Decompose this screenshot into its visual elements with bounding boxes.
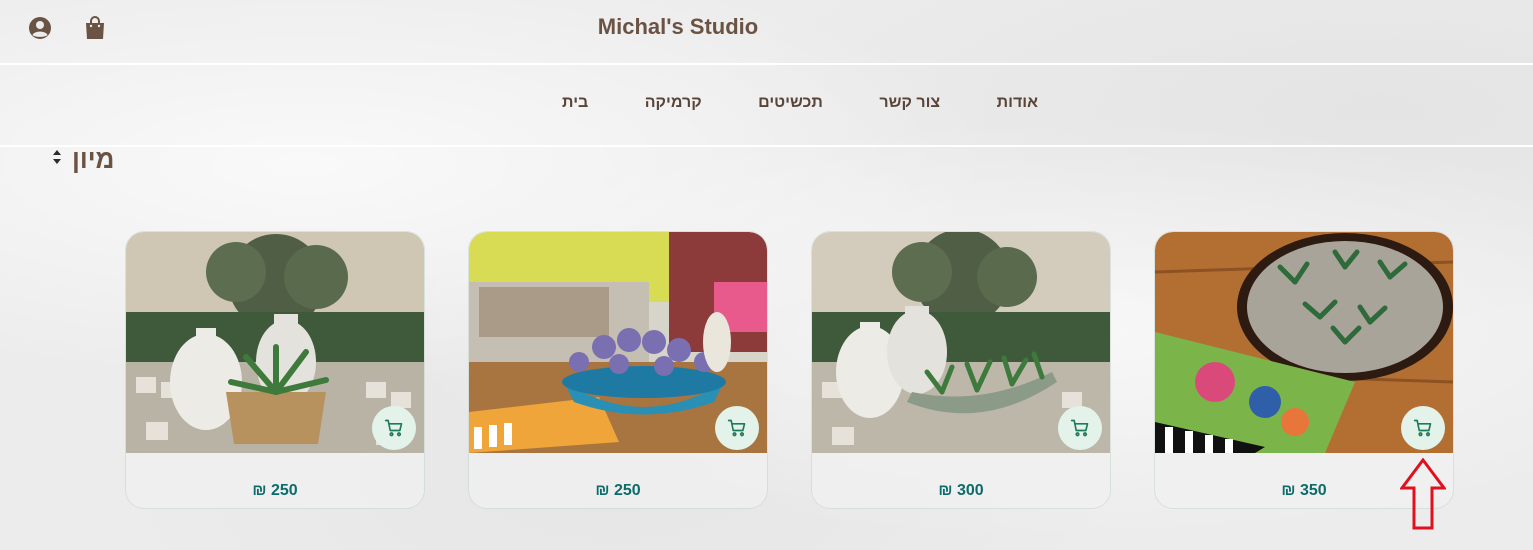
- add-to-cart-button[interactable]: [1401, 406, 1445, 450]
- header-divider: [0, 63, 1533, 65]
- product-price: ₪ 250: [252, 482, 298, 499]
- shopping-bag-icon[interactable]: [82, 15, 108, 41]
- header: Michal's Studio: [0, 0, 1533, 64]
- product-price: ₪ 250: [595, 482, 641, 499]
- main-nav: בית קרמיקה תכשיטים צור קשר אודות: [560, 92, 1040, 118]
- brand-title[interactable]: Michal's Studio: [540, 14, 816, 40]
- arrow-up-icon: [1399, 457, 1447, 530]
- sort-label: מיון: [72, 143, 115, 174]
- product-card[interactable]: ₪ 300: [812, 232, 1110, 508]
- product-card[interactable]: ₪ 250: [469, 232, 767, 508]
- cart-icon: [1070, 419, 1089, 437]
- nav-item-about[interactable]: אודות: [995, 92, 1040, 118]
- nav-item-contact[interactable]: צור קשר: [877, 92, 942, 118]
- cart-icon: [1413, 419, 1432, 437]
- product-price: ₪ 300: [938, 482, 984, 499]
- account-icon[interactable]: [27, 15, 53, 41]
- sort-control[interactable]: מיון: [52, 144, 114, 174]
- nav-item-home[interactable]: בית: [560, 92, 590, 118]
- cart-icon: [727, 419, 746, 437]
- nav-divider: [0, 145, 1533, 147]
- cart-icon: [384, 419, 403, 437]
- nav-item-jewelry[interactable]: תכשיטים: [756, 92, 825, 118]
- add-to-cart-button[interactable]: [1058, 406, 1102, 450]
- sort-icon: [52, 149, 62, 170]
- add-to-cart-button[interactable]: [372, 406, 416, 450]
- nav-item-ceramics[interactable]: קרמיקה: [643, 92, 704, 118]
- add-to-cart-button[interactable]: [715, 406, 759, 450]
- product-card[interactable]: ₪ 250: [126, 232, 424, 508]
